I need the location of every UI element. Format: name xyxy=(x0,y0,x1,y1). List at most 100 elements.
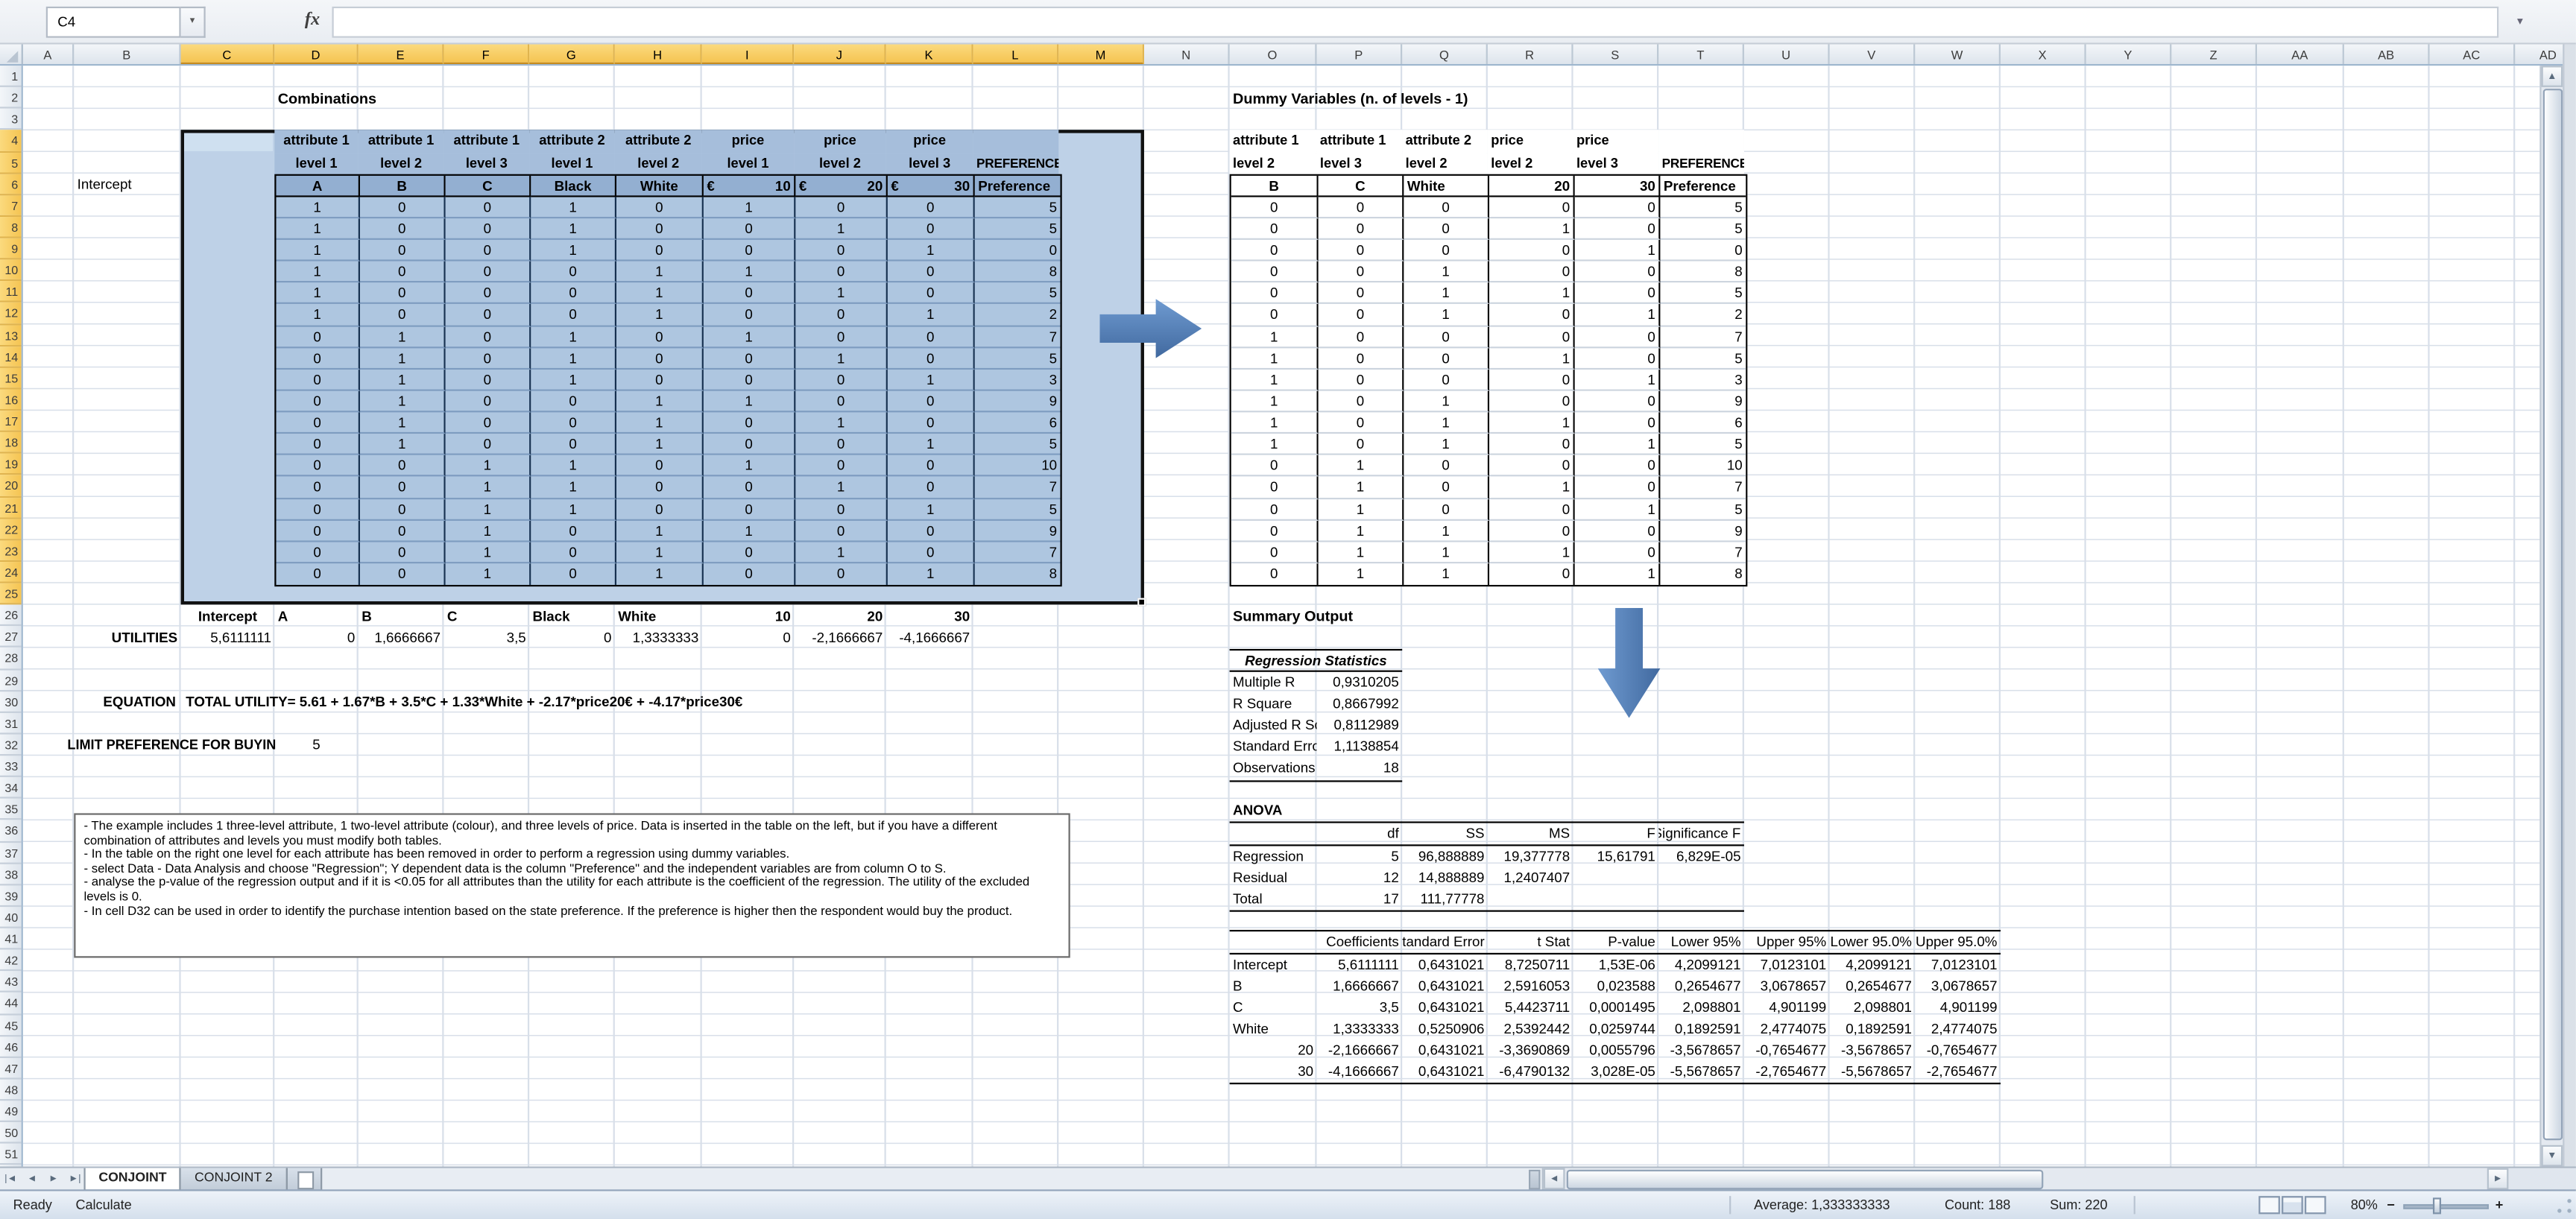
data-cell[interactable]: 0 xyxy=(531,563,616,585)
data-cell[interactable]: 0 xyxy=(277,348,360,370)
header-cell[interactable]: price xyxy=(794,130,886,152)
data-cell[interactable]: 0 xyxy=(1575,413,1661,434)
header-cell[interactable]: attribute 1 xyxy=(1317,130,1403,152)
data-cell[interactable]: 1 xyxy=(888,305,975,326)
column-header-H[interactable]: H xyxy=(615,45,702,66)
cell-D26[interactable]: A xyxy=(274,606,358,627)
header-cell[interactable]: level 3 xyxy=(1317,152,1403,174)
row-header-22[interactable]: 22 xyxy=(0,519,22,540)
data-cell[interactable]: 5 xyxy=(975,348,1061,370)
data-cell[interactable]: 0 xyxy=(888,455,975,477)
name-box[interactable]: C4 xyxy=(46,7,181,38)
data-cell[interactable]: 0 xyxy=(1231,520,1319,542)
data-cell[interactable]: 0 xyxy=(446,413,531,434)
data-cell[interactable]: 7 xyxy=(1660,477,1746,498)
data-cell[interactable]: 0 xyxy=(888,542,975,563)
data-cell[interactable]: 0 xyxy=(1231,498,1319,520)
cell-H26[interactable]: White xyxy=(615,606,702,627)
scroll-right-icon[interactable]: ► xyxy=(2487,1168,2509,1190)
data-cell[interactable]: 5 xyxy=(975,498,1061,520)
data-cell[interactable]: 0 xyxy=(888,197,975,218)
data-cell[interactable]: 5 xyxy=(975,283,1061,305)
data-cell[interactable]: 1 xyxy=(277,262,360,283)
column-header-AD[interactable]: AD xyxy=(2515,45,2563,66)
data-cell[interactable]: 0 xyxy=(1575,348,1661,370)
data-cell[interactable]: 0 xyxy=(1489,370,1575,391)
data-cell[interactable]: 9 xyxy=(1660,391,1746,413)
data-cell[interactable]: 0 xyxy=(616,455,704,477)
data-cell[interactable]: 1 xyxy=(616,563,704,585)
data-cell[interactable]: 0 xyxy=(1231,262,1319,283)
row-header-47[interactable]: 47 xyxy=(0,1057,22,1079)
data-cell[interactable]: 3 xyxy=(1660,370,1746,391)
data-cell[interactable]: 1 xyxy=(616,305,704,326)
header-cell[interactable]: level 2 xyxy=(1230,152,1317,174)
data-cell[interactable]: 1 xyxy=(795,477,888,498)
dummy-table-body[interactable]: BCWhite2030Preference0000050001050000100… xyxy=(1230,174,1748,587)
data-cell[interactable]: 1 xyxy=(446,455,531,477)
data-cell[interactable]: 0 xyxy=(704,240,796,262)
data-cell[interactable]: 0 xyxy=(704,218,796,240)
row-header-5[interactable]: 5 xyxy=(0,152,22,174)
header-cell[interactable]: level 3 xyxy=(1573,152,1659,174)
data-cell[interactable]: 0 xyxy=(277,477,360,498)
column-header-E[interactable]: E xyxy=(359,45,444,66)
data-cell[interactable]: 0 xyxy=(1575,197,1661,218)
data-cell[interactable]: 1 xyxy=(1231,370,1319,391)
row-header-31[interactable]: 31 xyxy=(0,712,22,734)
stats-row[interactable]: R Square0,8667992 xyxy=(1230,694,1403,715)
data-cell[interactable]: 0 xyxy=(1319,218,1404,240)
data-cell[interactable]: 0 xyxy=(360,197,446,218)
data-cell[interactable]: 9 xyxy=(975,520,1061,542)
data-cell[interactable]: 1 xyxy=(1404,391,1489,413)
header-cell[interactable]: level 2 xyxy=(794,152,886,174)
coefficients-row[interactable]: B1,66666670,64310212,59160530,0235880,26… xyxy=(1230,975,2001,997)
data-cell[interactable]: 0 xyxy=(1575,477,1661,498)
data-cell[interactable]: 1 xyxy=(531,326,616,348)
data-cell[interactable]: 0 xyxy=(1319,283,1404,305)
combinations-table-body[interactable]: ABCBlackWhite€10€20€30Preference10010100… xyxy=(274,174,1061,587)
header-cell[interactable]: level 2 xyxy=(1488,152,1573,174)
header-cell[interactable]: White xyxy=(616,175,704,197)
data-cell[interactable]: 0 xyxy=(1575,326,1661,348)
data-cell[interactable]: 0 xyxy=(1489,197,1575,218)
data-cell[interactable]: 0 xyxy=(704,370,796,391)
data-cell[interactable]: 0 xyxy=(888,413,975,434)
row-header-17[interactable]: 17 xyxy=(0,411,22,432)
column-header-R[interactable]: R xyxy=(1488,45,1573,66)
row-header-4[interactable]: 4 xyxy=(0,130,22,152)
data-cell[interactable]: 0 xyxy=(616,326,704,348)
data-cell[interactable]: 0 xyxy=(795,305,888,326)
data-cell[interactable]: 0 xyxy=(704,283,796,305)
row-header-14[interactable]: 14 xyxy=(0,346,22,367)
row-header-32[interactable]: 32 xyxy=(0,734,22,756)
anova-row[interactable]: Regression596,88888919,37777815,617916,8… xyxy=(1230,846,1744,868)
data-cell[interactable]: 0 xyxy=(616,218,704,240)
data-cell[interactable]: 1 xyxy=(704,262,796,283)
row-header-39[interactable]: 39 xyxy=(0,885,22,907)
data-cell[interactable]: 5 xyxy=(1660,434,1746,456)
data-cell[interactable]: 0 xyxy=(1404,240,1489,262)
page-layout-view-icon[interactable] xyxy=(2282,1196,2303,1214)
cell-I26[interactable]: 10 xyxy=(702,606,795,627)
data-cell[interactable]: 0 xyxy=(446,391,531,413)
column-header-U[interactable]: U xyxy=(1744,45,1830,66)
data-cell[interactable]: 0 xyxy=(277,370,360,391)
data-cell[interactable]: 0 xyxy=(1404,348,1489,370)
row-header-28[interactable]: 28 xyxy=(0,648,22,670)
row-header-10[interactable]: 10 xyxy=(0,260,22,282)
data-cell[interactable]: 0 xyxy=(704,434,796,456)
data-cell[interactable]: 0 xyxy=(1575,218,1661,240)
stats-row[interactable]: Adjusted R Square0,8112989 xyxy=(1230,715,1403,737)
data-cell[interactable]: 0 xyxy=(531,542,616,563)
column-header-L[interactable]: L xyxy=(973,45,1059,66)
data-cell[interactable]: 0 xyxy=(616,197,704,218)
data-cell[interactable]: 0 xyxy=(1231,455,1319,477)
column-header-Y[interactable]: Y xyxy=(2086,45,2172,66)
horizontal-scrollbar-thumb[interactable] xyxy=(1567,1170,2044,1189)
row-header-25[interactable]: 25 xyxy=(0,583,22,605)
data-cell[interactable]: 1 xyxy=(1489,413,1575,434)
header-cell[interactable]: PREFERENCE xyxy=(1658,152,1744,174)
cell-F26[interactable]: C xyxy=(443,606,529,627)
data-cell[interactable]: 0 xyxy=(277,434,360,456)
